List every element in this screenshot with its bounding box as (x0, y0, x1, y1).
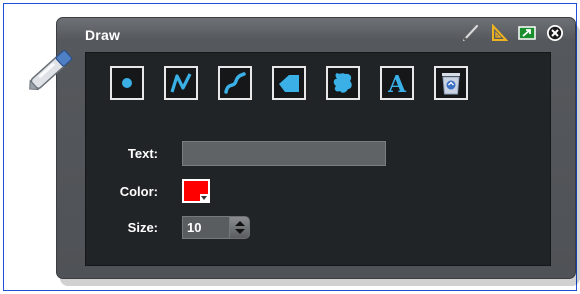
dock-icon[interactable] (517, 23, 537, 43)
text-input[interactable] (182, 141, 386, 166)
delete-tool[interactable] (434, 66, 468, 100)
freehand-polygon-tool[interactable] (326, 66, 360, 100)
pen-logo-icon (29, 50, 73, 91)
text-tool[interactable]: A (380, 66, 414, 100)
color-label: Color: (119, 183, 158, 199)
size-row: Size: (86, 216, 250, 239)
point-tool[interactable] (110, 66, 144, 100)
color-dropdown-arrow-icon (200, 194, 208, 201)
svg-text:A: A (387, 71, 407, 96)
polygon-tool[interactable] (272, 66, 306, 100)
spin-down-icon[interactable] (235, 229, 245, 234)
color-picker[interactable] (182, 179, 210, 203)
polyline-tool[interactable] (164, 66, 198, 100)
size-input[interactable] (182, 216, 230, 239)
letter-a-icon: A (387, 71, 407, 96)
pencil-icon[interactable] (461, 23, 481, 43)
tool-content: A Text: Color: Size: (85, 52, 551, 266)
panel-title: Draw (85, 27, 121, 43)
triangle-ruler-icon[interactable] (489, 23, 509, 43)
trash-icon (442, 73, 460, 95)
close-icon[interactable] (545, 23, 565, 43)
color-row: Color: (86, 179, 210, 203)
size-label: Size: (127, 220, 158, 235)
freehand-tool[interactable] (218, 66, 252, 100)
text-label: Text: (127, 146, 158, 161)
tool-bar: A (110, 66, 468, 100)
blob-icon (333, 73, 352, 93)
spin-up-icon[interactable] (235, 221, 245, 226)
text-row: Text: (86, 141, 386, 166)
freehand-icon (224, 72, 246, 94)
header-icons (461, 23, 565, 43)
size-stepper (182, 216, 250, 239)
size-spinner[interactable] (230, 216, 250, 239)
polyline-icon (170, 73, 192, 93)
polygon-icon (279, 75, 299, 92)
dot-icon (122, 78, 132, 88)
draw-panel: Draw A Text: Color: Size: 10 (56, 17, 576, 279)
